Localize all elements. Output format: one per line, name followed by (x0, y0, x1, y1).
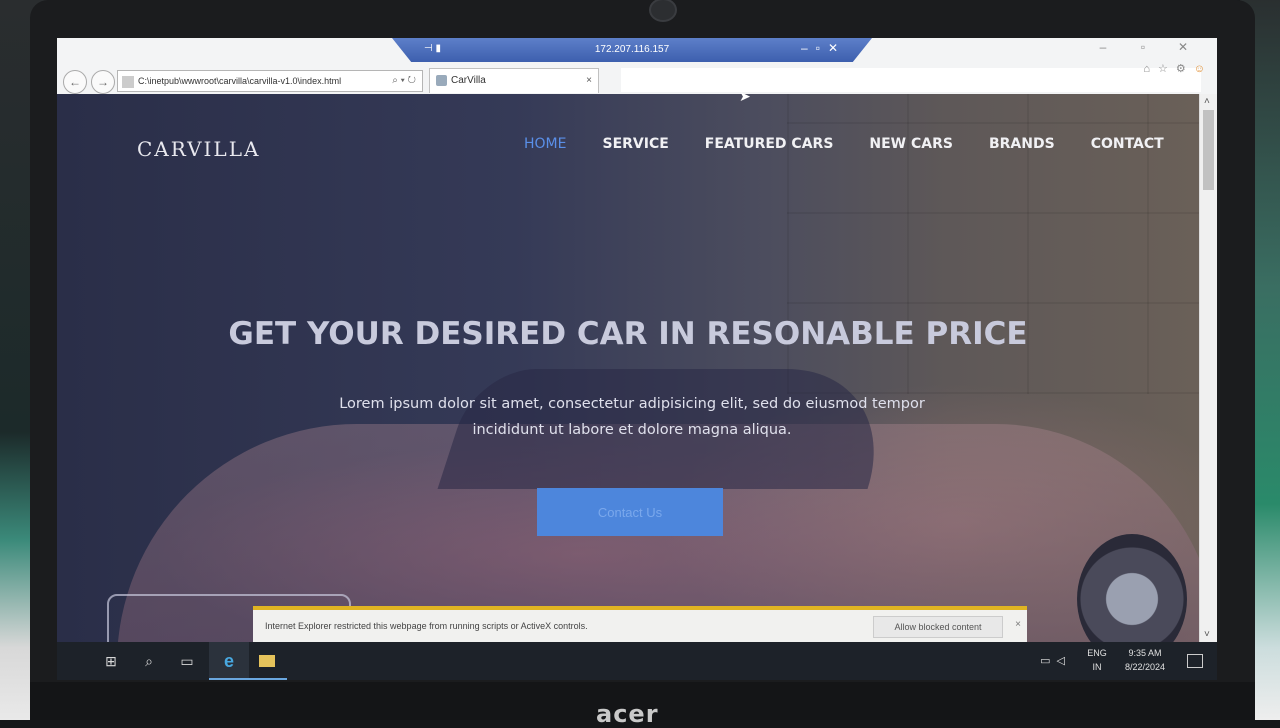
smiley-icon[interactable]: ☺ (1194, 63, 1205, 75)
main-menu: HOME SERVICE FEATURED CARS NEW CARS BRAN… (524, 136, 1164, 152)
web-page: CARVILLA HOME SERVICE FEATURED CARS NEW … (57, 94, 1199, 642)
task-view-icon[interactable]: ▭ (167, 642, 207, 680)
laptop-screen: ⊣ ▮ 172.207.116.157 –▫✕ – ▫ ✕ ← → C:\inetp… (57, 38, 1217, 680)
favorites-star-icon[interactable]: ☆ (1158, 63, 1168, 75)
page-icon (122, 75, 134, 88)
scroll-up-icon[interactable]: ˄ (1204, 96, 1210, 107)
page-scrollbar[interactable]: ˄ ˅ (1199, 94, 1217, 642)
internet-explorer-icon[interactable]: e (209, 642, 249, 680)
clock-time: 9:35 AM (1128, 648, 1162, 658)
menu-item-service[interactable]: SERVICE (602, 136, 668, 152)
scroll-down-icon[interactable]: ˅ (1204, 629, 1210, 640)
laptop-brand-logo: acer (596, 700, 659, 728)
scroll-thumb[interactable] (1203, 110, 1214, 190)
settings-gear-icon[interactable]: ⚙ (1176, 63, 1186, 75)
tab-close-icon[interactable]: × (586, 69, 592, 93)
folder-icon (259, 655, 275, 667)
browser-chrome: ⊣ ▮ 172.207.116.157 –▫✕ – ▫ ✕ ← → C:\inetp… (57, 38, 1217, 95)
start-windows-icon[interactable]: ⊞ (91, 642, 131, 680)
menu-item-home[interactable]: HOME (524, 136, 566, 152)
menu-item-brands[interactable]: BRANDS (989, 136, 1055, 152)
clock[interactable]: 9:35 AM 8/22/2024 (1117, 646, 1173, 674)
close-icon[interactable]: ✕ (1163, 40, 1203, 54)
allow-blocked-content-button[interactable]: Allow blocked content (873, 616, 1003, 638)
hero-title: GET YOUR DESIRED CAR IN RESONABLE PRICE (228, 316, 1028, 352)
network-volume-icons[interactable]: ▭◁ (1040, 654, 1071, 668)
remote-host-title: 172.207.116.157 (594, 44, 670, 55)
ie-information-bar: Internet Explorer restricted this webpag… (253, 606, 1027, 642)
tab-carvilla[interactable]: CarVilla × (429, 68, 599, 93)
contact-us-button[interactable]: Contact Us (537, 488, 723, 536)
menu-item-contact[interactable]: CONTACT (1091, 136, 1164, 152)
menu-item-featured-cars[interactable]: FEATURED CARS (705, 136, 834, 152)
forward-button[interactable]: → (91, 70, 115, 94)
remote-desktop-bar: ⊣ ▮ 172.207.116.157 –▫✕ (392, 38, 872, 62)
ie-page-icon (436, 74, 447, 86)
menu-item-new-cars[interactable]: NEW CARS (869, 136, 953, 152)
toolbar-icons: ⌂ ☆ ⚙ ☺ (1135, 62, 1205, 75)
info-bar-message: Internet Explorer restricted this webpag… (265, 621, 588, 631)
home-icon[interactable]: ⌂ (1143, 63, 1150, 75)
site-logo[interactable]: CARVILLA (137, 137, 260, 161)
mouse-cursor-icon: ➤ (739, 88, 751, 104)
file-explorer-icon[interactable] (247, 642, 287, 680)
remote-window-controls[interactable]: –▫✕ (801, 41, 846, 55)
search-icon[interactable]: ⌕ (129, 642, 169, 680)
window-controls: – ▫ ✕ (1083, 40, 1203, 54)
minimize-icon[interactable]: – (1083, 40, 1123, 54)
address-text: C:\inetpub\wwwroot\carvilla\carvilla-v1.… (138, 76, 342, 86)
windows-taskbar: ⊞ ⌕ ▭ e ▭◁ ENG IN 9:35 AM 8/22/2024 (57, 642, 1217, 680)
search-refresh-icons[interactable]: ⌕ ▾ ↻ (392, 71, 416, 91)
region-code: IN (1092, 662, 1102, 672)
webcam (649, 0, 677, 22)
tab-title: CarVilla (451, 75, 486, 86)
tab-strip-space (621, 68, 1201, 92)
address-bar[interactable]: C:\inetpub\wwwroot\carvilla\carvilla-v1.… (117, 70, 423, 92)
notification-icon[interactable] (1187, 654, 1203, 668)
back-button[interactable]: ← (63, 70, 87, 94)
hero-subtitle: Lorem ipsum dolor sit amet, consectetur … (339, 396, 925, 438)
info-bar-close-icon[interactable]: × (1015, 619, 1021, 630)
clock-date: 8/22/2024 (1124, 662, 1166, 672)
maximize-icon[interactable]: ▫ (1123, 40, 1163, 54)
language-code: ENG (1087, 648, 1107, 658)
language-indicator[interactable]: ENG IN (1085, 646, 1109, 674)
